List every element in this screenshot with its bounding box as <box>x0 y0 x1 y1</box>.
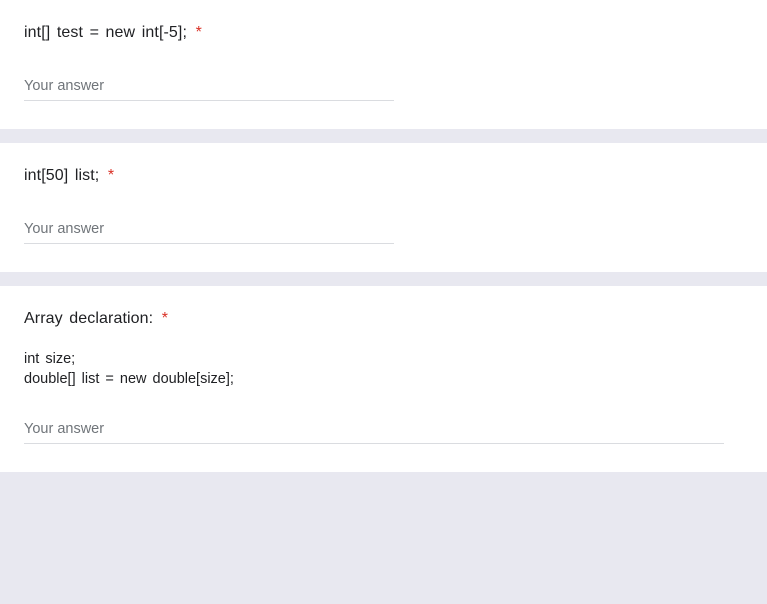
question-prompt: int[50] list; * <box>24 167 743 185</box>
required-marker: * <box>196 24 202 41</box>
answer-input[interactable] <box>24 217 394 244</box>
question-card-3: Array declaration: * int size; double[] … <box>0 286 767 472</box>
answer-input[interactable] <box>24 417 724 444</box>
code-snippet: int size; double[] list = new double[siz… <box>24 350 743 389</box>
answer-input[interactable] <box>24 74 394 101</box>
required-marker: * <box>108 167 114 184</box>
prompt-text: int[50] list; <box>24 167 99 184</box>
required-marker: * <box>162 310 168 327</box>
question-card-1: int[] test = new int[-5]; * <box>0 0 767 129</box>
code-line: double[] list = new double[size]; <box>24 370 743 390</box>
question-card-2: int[50] list; * <box>0 143 767 272</box>
question-prompt: Array declaration: * <box>24 310 743 328</box>
code-line: int size; <box>24 350 743 370</box>
prompt-text: int[] test = new int[-5]; <box>24 24 187 41</box>
question-prompt: int[] test = new int[-5]; * <box>24 24 743 42</box>
prompt-text: Array declaration: <box>24 310 153 327</box>
